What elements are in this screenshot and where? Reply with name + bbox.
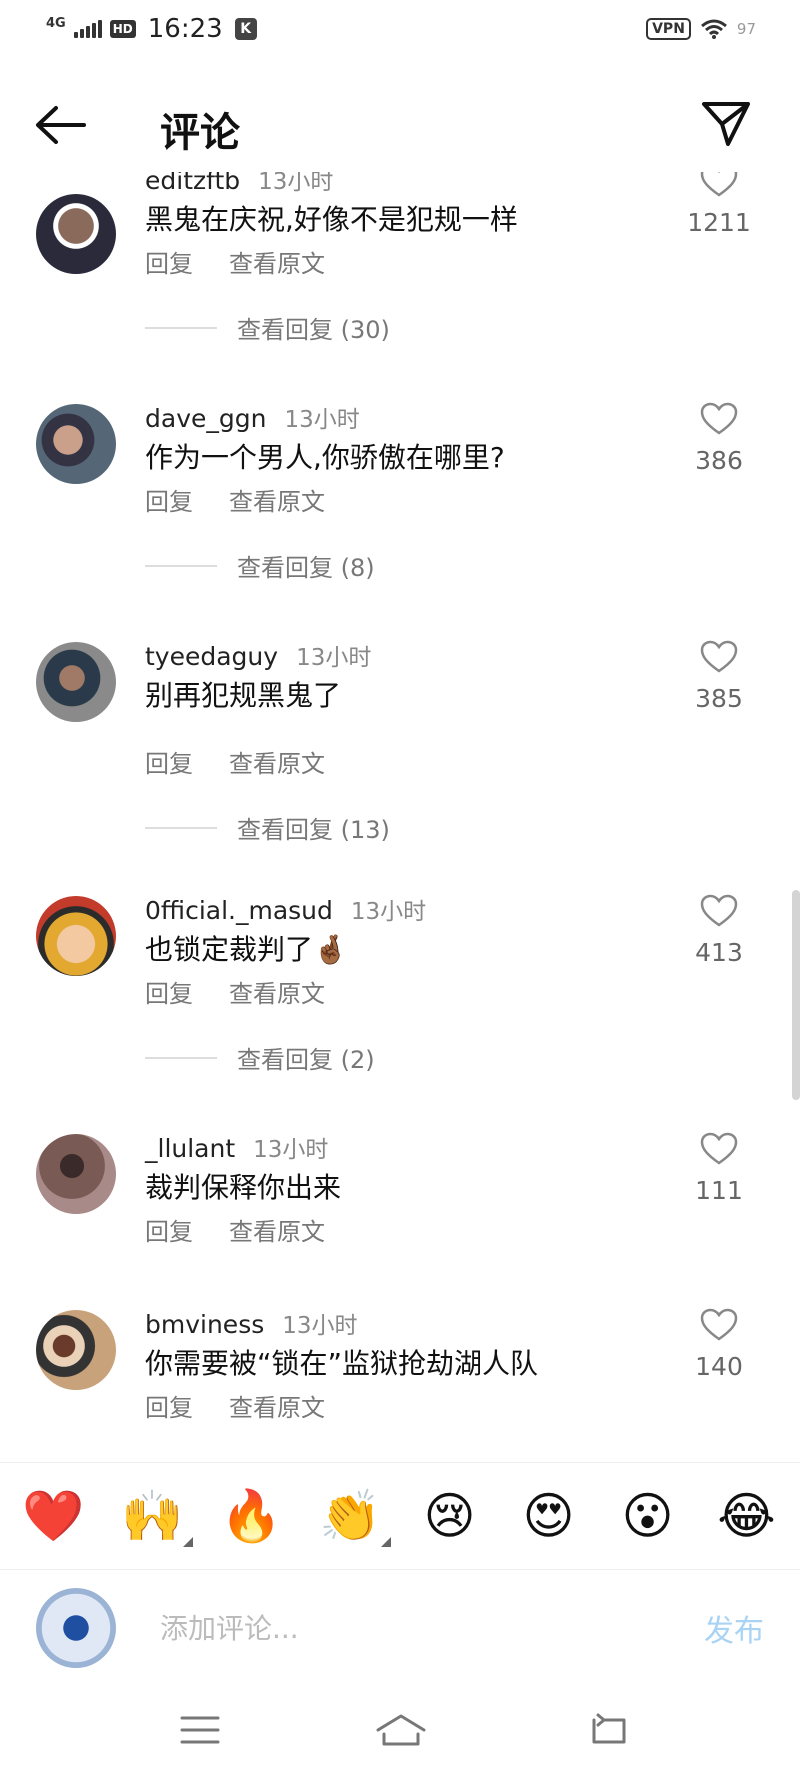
back-arrow-icon[interactable]: [32, 102, 88, 148]
comment-time: 13小时: [284, 407, 360, 433]
view-replies-label: 查看回复 (13): [237, 816, 390, 844]
comment-time: 13小时: [282, 1313, 358, 1339]
heart-icon[interactable]: [700, 894, 738, 928]
crying-emoji-button[interactable]: 😢: [410, 1491, 490, 1541]
avatar[interactable]: [36, 404, 116, 484]
divider-line: [145, 326, 217, 329]
clock: 16:23: [147, 14, 223, 44]
comment-text: 黑鬼在庆祝,好像不是犯规一样: [145, 203, 518, 236]
view-original-button[interactable]: 查看原文: [229, 1212, 325, 1247]
divider-line: [145, 1056, 217, 1059]
heart-icon[interactable]: [700, 172, 738, 198]
like-count: 413: [695, 938, 743, 967]
comment-username[interactable]: 0fficial._masud: [145, 896, 333, 925]
surprised-emoji-button[interactable]: 😮: [608, 1491, 688, 1541]
avatar[interactable]: [36, 194, 116, 274]
view-replies-label: 查看回复 (30): [237, 316, 390, 344]
my-avatar: [36, 1588, 116, 1668]
view-replies-button[interactable]: 查看回复 (2): [145, 1040, 375, 1075]
avatar[interactable]: [36, 1310, 116, 1390]
comment-text: 你需要被“锁在”监狱抢劫湖人队: [145, 1347, 539, 1380]
back-icon[interactable]: [586, 1712, 630, 1748]
fire-emoji-button[interactable]: 🔥: [212, 1491, 292, 1541]
view-replies-button[interactable]: 查看回复 (13): [145, 810, 390, 845]
comment-username[interactable]: tyeedaguy: [145, 642, 278, 671]
system-nav-bar: [0, 1682, 800, 1778]
avatar[interactable]: [36, 642, 116, 722]
raising-hands-emoji: 🙌: [121, 1487, 184, 1545]
avatar[interactable]: [36, 1134, 116, 1214]
divider-line: [145, 564, 217, 567]
emoji-bar: ❤️ 🙌 🔥 👏 😢 😍 😮 😂: [0, 1462, 800, 1570]
comment-time: 13小时: [350, 899, 427, 925]
comment-composer: 发布: [0, 1570, 800, 1682]
view-original-button[interactable]: 查看原文: [229, 744, 325, 779]
view-original-button[interactable]: 查看原文: [229, 244, 325, 279]
k-badge-icon: K: [234, 18, 257, 40]
reply-button[interactable]: 回复: [145, 482, 193, 517]
skin-tone-corner-icon: [380, 1537, 391, 1547]
wifi-icon: [700, 19, 727, 39]
comment-text: 作为一个男人,你骄傲在哪里?: [145, 441, 505, 474]
comment-username[interactable]: _llulant: [145, 1134, 235, 1163]
divider-line: [145, 826, 217, 829]
view-replies-button[interactable]: 查看回复 (8): [145, 548, 375, 583]
post-button[interactable]: 发布: [704, 1606, 764, 1650]
reply-button[interactable]: 回复: [145, 744, 193, 779]
heart-emoji-button[interactable]: ❤️: [14, 1491, 94, 1541]
avatar[interactable]: [36, 896, 116, 976]
reply-button[interactable]: 回复: [145, 1212, 193, 1247]
like-count: 1211: [687, 208, 751, 237]
heart-icon[interactable]: [700, 1132, 738, 1166]
comment-time: 13小时: [253, 1137, 329, 1163]
heart-eyes-emoji-button[interactable]: 😍: [509, 1491, 589, 1541]
like-count: 111: [695, 1176, 743, 1205]
menu-icon[interactable]: [178, 1712, 222, 1748]
view-original-button[interactable]: 查看原文: [229, 482, 325, 517]
laughing-emoji-button[interactable]: 😂: [707, 1491, 787, 1541]
status-bar: 4G HD 16:23 K VPN 97: [0, 0, 800, 60]
heart-icon[interactable]: [700, 402, 738, 436]
share-paper-plane-icon[interactable]: [700, 98, 752, 150]
page-title: 评论: [160, 110, 240, 156]
reply-button[interactable]: 回复: [145, 1388, 193, 1423]
comment-input[interactable]: [160, 1604, 660, 1652]
scrollbar[interactable]: [792, 890, 800, 1100]
like-count: 140: [695, 1352, 743, 1381]
vpn-badge: VPN: [646, 18, 691, 40]
heart-icon[interactable]: [700, 1308, 738, 1342]
view-replies-label: 查看回复 (2): [237, 1046, 375, 1074]
clapping-emoji-button[interactable]: 👏: [311, 1491, 391, 1547]
comment-username[interactable]: bmviness: [145, 1310, 264, 1339]
view-replies-button[interactable]: 查看回复 (30): [145, 310, 390, 345]
comment-text: 也锁定裁判了🤞🏾: [145, 933, 348, 966]
skin-tone-corner-icon: [182, 1537, 193, 1547]
network-type: 4G: [46, 15, 66, 31]
comment-text: 别再犯规黑鬼了: [145, 679, 342, 712]
clapping-emoji: 👏: [319, 1487, 382, 1545]
signal-icon: [73, 20, 102, 38]
comment-time: 13小时: [258, 172, 334, 195]
reply-button[interactable]: 回复: [145, 244, 193, 279]
view-original-button[interactable]: 查看原文: [229, 1388, 325, 1423]
like-count: 386: [695, 446, 743, 475]
header: 评论: [0, 80, 800, 170]
view-original-button[interactable]: 查看原文: [229, 974, 325, 1009]
comment-time: 13小时: [296, 645, 372, 671]
view-replies-label: 查看回复 (8): [237, 554, 375, 582]
hd-badge: HD: [109, 20, 136, 38]
comment-list[interactable]: editzftb 13小时 黑鬼在庆祝,好像不是犯规一样 回复 查看原文 121…: [0, 172, 800, 1462]
like-count: 385: [695, 684, 743, 713]
home-icon[interactable]: [374, 1712, 428, 1748]
comment-username[interactable]: dave_ggn: [145, 404, 266, 433]
heart-icon[interactable]: [700, 640, 738, 674]
comment-username[interactable]: editzftb: [145, 172, 240, 195]
raising-hands-emoji-button[interactable]: 🙌: [113, 1491, 193, 1547]
reply-button[interactable]: 回复: [145, 974, 193, 1009]
battery-level: 97: [736, 20, 756, 38]
comment-text: 裁判保释你出来: [145, 1171, 342, 1204]
